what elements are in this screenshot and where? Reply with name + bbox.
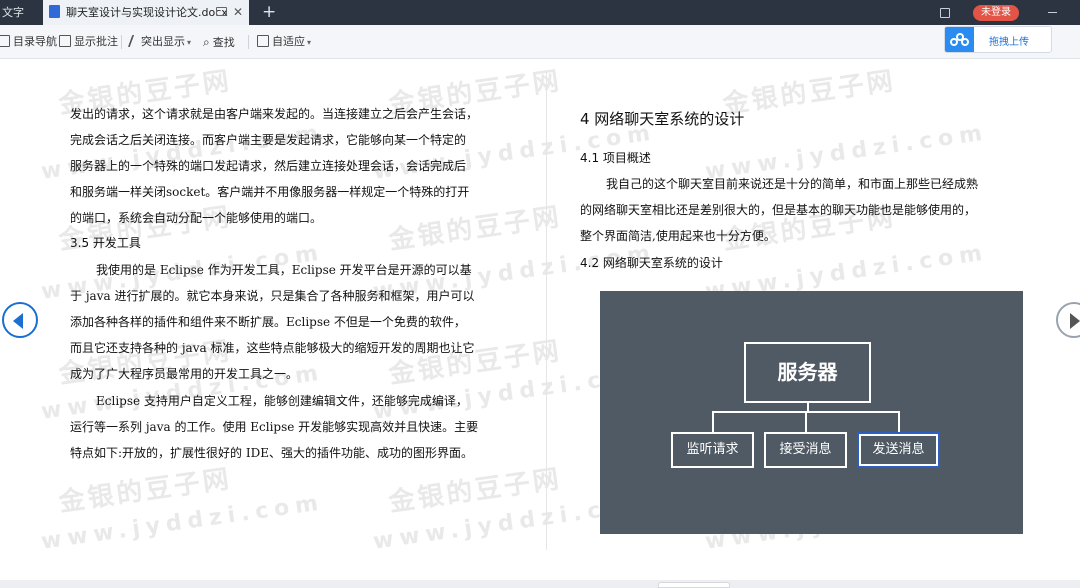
section-heading-4-2: 4.2 网络聊天室系统的设计 (580, 256, 723, 270)
text-line: 特点如下:开放的，扩展性很好的 IDE、强大的插件功能、成功的图形界面。 (70, 446, 473, 460)
watermark-text: 金银的豆子网 (387, 464, 564, 518)
section-heading-4-1: 4.1 项目概述 (580, 151, 651, 165)
text-line: 完成会话之后关闭连接。而客户端主要是发起请求，它能够向某一个特定的 (70, 133, 467, 147)
page-indicator[interactable] (658, 582, 730, 588)
text-line: 发出的请求，这个请求就是由客户端来发起的。当连接建立之后会产生会话， (70, 107, 479, 121)
text-line: Eclipse 支持用户自定义工程，能够创建编辑文件，还能够完成编译， (96, 394, 468, 408)
arrow-right-icon (1070, 313, 1080, 329)
section-heading-3-5: 3.5 开发工具 (70, 236, 141, 250)
text-line: 添加各种各样的插件和组件来不断扩展。Eclipse 不但是一个免费的软件， (70, 315, 466, 329)
tab-document[interactable]: 聊天室设计与实现设计论文.docx ✕ (43, 0, 249, 25)
highlight-label: 突出显示 (141, 35, 185, 48)
diagram-node-server: 服务器 (744, 342, 871, 403)
minimize-icon[interactable] (1048, 12, 1057, 13)
reader-toolbar: 目录导航 显示批注 突出显示 ▾ ⌕ 查找 自适应 ▾ 拖拽上传 (0, 25, 1080, 59)
word-doc-icon (49, 5, 60, 18)
monitor-icon[interactable] (216, 7, 227, 16)
watermark-text: 金银的豆子网 (721, 66, 898, 120)
system-structure-diagram: 服务器 监听请求 接受消息 发送消息 (600, 291, 1023, 534)
text-line: 服务器上的一个特殊的端口发起请求，然后建立连接处理会话，会话完成后 (70, 159, 467, 173)
diagram-node-send-label: 发送消息 (872, 442, 925, 457)
diagram-connector (807, 403, 809, 411)
drag-upload-label: 拖拽上传 (989, 37, 1029, 48)
page-fit-icon (257, 35, 269, 47)
tab-document-title: 聊天室设计与实现设计论文.docx (66, 6, 228, 19)
text-line: 于 java 进行扩展的。就它本身来说，只是集合了各种服务和框架，用户可以 (70, 289, 475, 303)
text-line: 成为了广大程序员最常用的开发工具之一。 (70, 367, 299, 381)
window-mode-icon[interactable] (940, 8, 950, 18)
drag-upload-button[interactable]: 拖拽上传 (944, 26, 1052, 53)
cloud-icon (945, 27, 974, 52)
previous-page-button[interactable] (2, 302, 38, 338)
show-comments-label: 显示批注 (74, 35, 118, 48)
text-line: 运行等一系列 java 的工作。使用 Eclipse 开发能够实现高效并且快速。… (70, 420, 479, 434)
search-icon: ⌕ (203, 35, 210, 49)
tab-writer-home-label: 文字 (2, 6, 24, 19)
login-button[interactable]: 未登录 (973, 5, 1019, 21)
text-line: 整个界面简洁,使用起来也十分方便。 (580, 229, 776, 243)
text-line: 而且它还支持各种的 java 标准，这些特点能够极大的缩短开发的周期也让它 (70, 341, 475, 355)
diagram-node-send: 发送消息 (857, 432, 940, 468)
fit-width-button[interactable]: 自适应 ▾ (257, 34, 311, 51)
arrow-left-icon (13, 313, 23, 329)
diagram-connector (805, 411, 807, 432)
paragraph-client-socket: 发出的请求，这个请求就是由客户端来发起的。当连接建立之后会产生会话， 完成会话之… (70, 101, 478, 231)
paragraph-eclipse-intro: 我使用的是 Eclipse 作为开发工具，Eclipse 开发平台是开源的可以基… (70, 257, 474, 387)
show-comments-button[interactable]: 显示批注 (59, 34, 118, 50)
diagram-node-receive: 接受消息 (764, 432, 847, 468)
watermark-text: 金银的豆子网 (57, 464, 234, 518)
status-bar (0, 580, 1080, 588)
wps-reader-window: 文字 聊天室设计与实现设计论文.docx ✕ + 未登录 目录导航 显示批注 突… (0, 0, 1080, 588)
toc-nav-button[interactable]: 目录导航 (0, 34, 57, 50)
diagram-connector (898, 411, 900, 432)
text-line: 我自己的这个聊天室目前来说还是十分的简单，和市面上那些已经成熟 (606, 177, 979, 191)
chapter-title: 4 网络聊天室系统的设计 (580, 110, 745, 128)
text-line: 的网络聊天室相比还是差别很大的，但是基本的聊天功能也是能够使用的， (580, 203, 977, 217)
toolbar-divider (248, 35, 249, 49)
find-label: 查找 (212, 36, 235, 49)
document-view[interactable]: 金银的豆子网 金银的豆子网 金银的豆子网 www.jyddzi.com www.… (0, 60, 1080, 580)
title-bar: 文字 聊天室设计与实现设计论文.docx ✕ + 未登录 (0, 0, 1080, 25)
text-line: 和服务端一样关闭socket。客户端并不用像服务器一样规定一个特殊的打开 (70, 185, 470, 199)
text-line: 的端口，系统会自动分配一个能够使用的端口。 (70, 211, 323, 225)
fit-width-label: 自适应 (272, 35, 305, 48)
toc-icon (0, 35, 10, 47)
toolbar-divider (121, 35, 122, 49)
close-tab-icon[interactable]: ✕ (233, 0, 243, 25)
diagram-connector (712, 411, 714, 432)
text-line: 我使用的是 Eclipse 作为开发工具，Eclipse 开发平台是开源的可以基 (96, 263, 472, 277)
highlighter-icon (127, 35, 141, 47)
paragraph-eclipse-features: Eclipse 支持用户自定义工程，能够创建编辑文件，还能够完成编译， 运行等一… (70, 388, 478, 466)
next-page-button[interactable] (1056, 302, 1080, 338)
diagram-node-listen: 监听请求 (671, 432, 754, 468)
new-tab-button[interactable]: + (262, 0, 276, 24)
paragraph-project-overview: 我自己的这个聊天室目前来说还是十分的简单，和市面上那些已经成熟 的网络聊天室相比… (580, 171, 978, 249)
highlight-button[interactable]: 突出显示 ▾ (127, 34, 192, 51)
chevron-down-icon: ▾ (187, 38, 192, 47)
chevron-down-icon: ▾ (307, 38, 312, 47)
find-button[interactable]: ⌕ 查找 (203, 34, 235, 51)
page-divider (546, 70, 547, 550)
watermark-url: www.jyddzi.com (39, 490, 326, 555)
comment-icon (59, 35, 71, 47)
toc-nav-label: 目录导航 (13, 35, 57, 48)
tab-writer-home[interactable]: 文字 (0, 0, 40, 25)
